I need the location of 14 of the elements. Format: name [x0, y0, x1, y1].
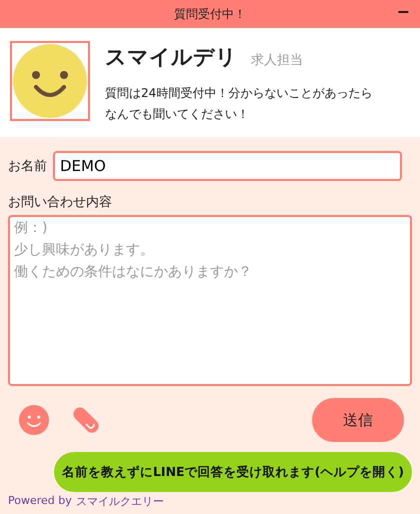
inquiry-label: お問い合わせ内容 — [8, 194, 113, 211]
line-help-button[interactable]: 名前を教えずにLINEで回答を受け取れます(ヘルプを開く) — [54, 452, 412, 492]
powered-by-text: Powered by — [8, 494, 72, 509]
smiley-avatar-icon — [10, 41, 90, 121]
greeting-message: 質問は24時間受付中！分からないことがあったらなんでも聞いてください！ — [105, 85, 374, 123]
agent-name: スマイルデリ — [105, 44, 237, 71]
send-button[interactable]: 送信 — [312, 398, 404, 442]
brand-link[interactable]: スマイルクエリー — [76, 494, 164, 509]
smiley-icon[interactable] — [18, 404, 50, 436]
minimize-button[interactable]: − — [392, 2, 414, 21]
name-field[interactable]: DEMO — [53, 151, 402, 181]
header-title: 質問受付中！ — [174, 6, 246, 22]
name-label: お名前 — [8, 158, 47, 175]
agent-role: 求人担当 — [251, 52, 303, 69]
